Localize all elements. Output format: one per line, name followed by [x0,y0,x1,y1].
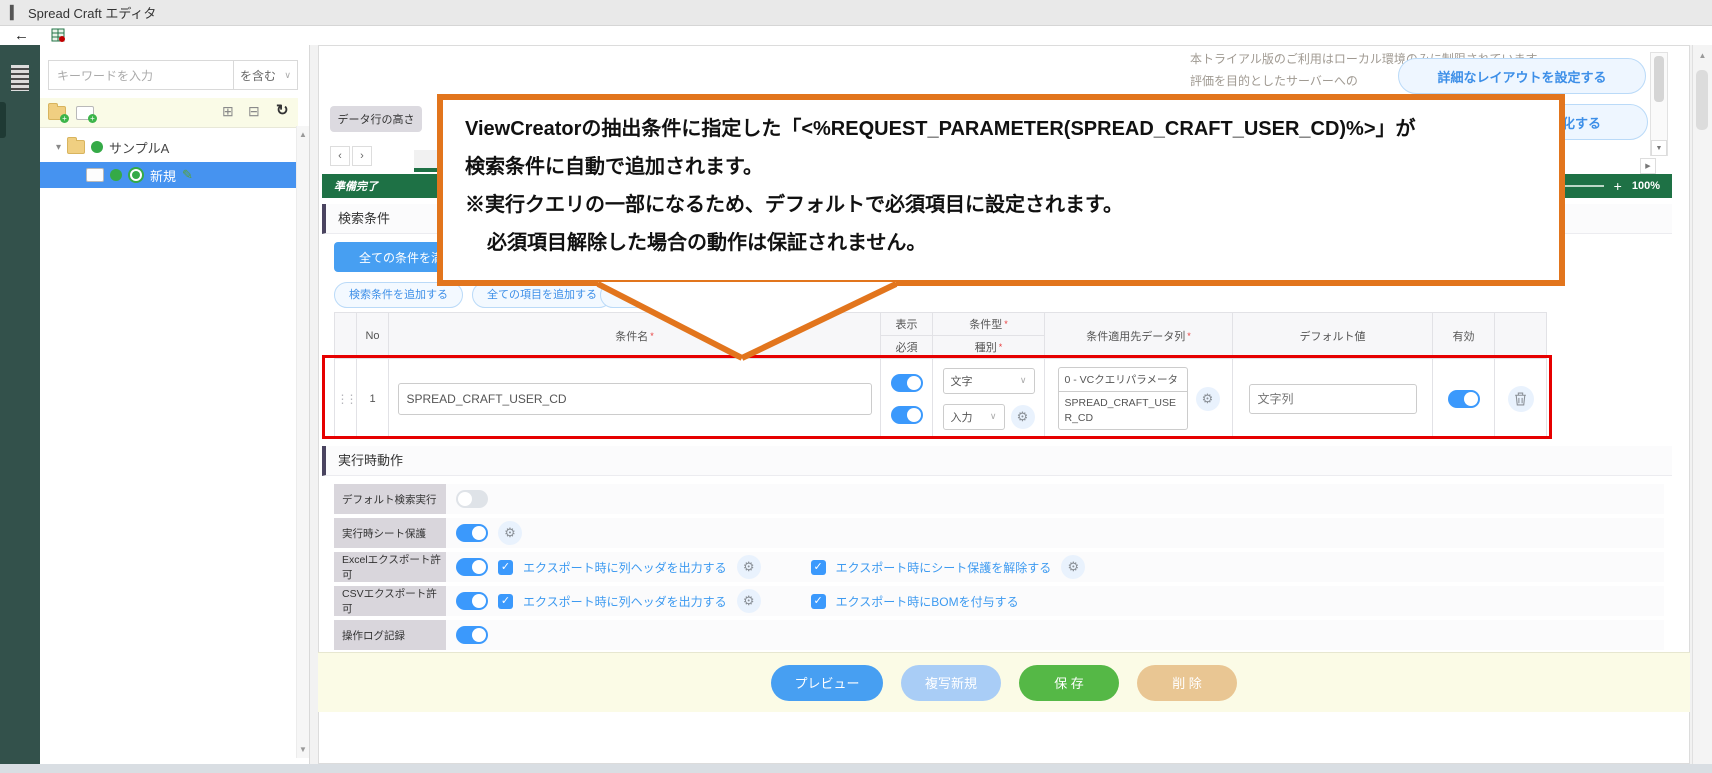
checkbox-label: エクスポート時に列ヘッダを出力する [523,593,727,610]
scroll-down-icon[interactable]: ▼ [297,745,309,754]
annotation-callout: ViewCreatorの抽出条件に指定した「<%REQUEST_PARAMETE… [437,94,1565,286]
header-drag [335,313,357,359]
operation-log-toggle[interactable] [456,626,488,644]
scroll-up-icon[interactable]: ▲ [1693,51,1712,60]
row-height-button[interactable]: データ行の高さ [330,106,422,132]
csv-header-gear-icon[interactable]: ⚙ [737,589,761,613]
excel-export-toggle[interactable] [456,558,488,576]
active-ring-icon [128,167,144,183]
csv-header-checkbox[interactable]: ✓ [498,594,513,609]
save-button[interactable]: 保 存 [1019,665,1119,701]
runtime-row: デフォルト検索実行 [334,484,1664,514]
window-title: Spread Craft エディタ [28,3,156,22]
copy-new-button[interactable]: 複写新規 [901,665,1001,701]
expand-all-icon[interactable]: ⊞ [222,104,234,118]
checkbox-label: エクスポート時に列ヘッダを出力する [523,559,727,576]
scroll-down-icon[interactable]: ▼ [1651,140,1667,156]
rail-notch [0,102,6,138]
section-runtime-behavior: 実行時動作 [322,446,1672,476]
checkbox-label: エクスポート時にBOMを付与する [836,593,1019,610]
app-root: ▍ Spread Craft エディタ ← キーワードを入力 を含む ∨ + +… [0,0,1712,773]
excel-unprotect-checkbox[interactable]: ✓ [811,560,826,575]
scrollbar-thumb[interactable] [1654,56,1664,102]
header-condition-type: 条件型* [933,313,1045,336]
layout-settings-button[interactable]: 詳細なレイアウトを設定する [1398,58,1646,94]
csv-export-toggle[interactable] [456,592,488,610]
tree-scrollbar[interactable]: ▲ ▼ [296,126,309,758]
scroll-right-icon[interactable]: ▶ [1640,158,1656,174]
callout-line: 必須項目解除した場合の動作は保証されません。 [465,224,1537,262]
caret-down-icon[interactable]: ▾ [56,142,61,153]
header-actions [1495,313,1547,359]
excel-header-gear-icon[interactable]: ⚙ [737,555,761,579]
tree-node-label: サンプルA [109,138,169,157]
runtime-row-label: 実行時シート保護 [334,518,446,548]
callout-line: 検索条件に自動で追加されます。 [465,148,1537,186]
tab-next-icon[interactable]: › [352,146,372,166]
sheet-protect-gear-icon[interactable]: ⚙ [498,521,522,545]
header-default-value: デフォルト値 [1233,313,1433,359]
chevron-down-icon: ∨ [284,70,291,81]
footer-bar: プレビュー 複写新規 保 存 削 除 [318,652,1690,712]
runtime-row-label: 操作ログ記録 [334,620,446,650]
sheet-protect-toggle[interactable] [456,524,488,542]
page-scrollbar[interactable]: ▲ [1692,45,1712,764]
delete-button[interactable]: 削 除 [1137,665,1237,701]
window-titlebar: ▍ Spread Craft エディタ [0,0,1712,26]
highlight-rectangle [322,355,1552,439]
keyword-search-input[interactable]: キーワードを入力 [48,60,234,90]
zoom-in-icon[interactable]: + [1614,179,1622,193]
trial-notice-line2: 評価を目的としたサーバーへの [1190,72,1358,89]
menu-icon[interactable] [7,60,33,96]
refresh-icon[interactable]: ↻ [276,103,289,118]
back-icon[interactable]: ← [14,28,29,43]
runtime-row-label: Excelエクスポート許可 [334,552,446,582]
status-dot-icon [91,141,103,153]
tab-prev-icon[interactable]: ‹ [330,146,350,166]
default-search-toggle[interactable] [456,490,488,508]
checkbox-label: エクスポート時にシート保護を解除する [836,559,1052,576]
header-target-column: 条件適用先データ列* [1045,313,1233,359]
active-sheet-tab[interactable] [414,150,438,172]
add-folder-icon[interactable]: + [48,106,66,120]
tree-node-new[interactable]: 新規 ✎ [40,162,296,188]
runtime-row: 実行時シート保護 ⚙ [334,518,1664,548]
callout-line: ViewCreatorの抽出条件に指定した「<%REQUEST_PARAMETE… [465,110,1537,148]
scroll-up-icon[interactable]: ▲ [297,130,309,139]
callout-tail [590,278,910,364]
csv-bom-checkbox[interactable]: ✓ [811,594,826,609]
zoom-level: 100% [1632,180,1660,192]
callout-line: ※実行クエリの一部になるため、デフォルトで必須項目に設定されます。 [465,186,1537,224]
match-mode-value: を含む [240,67,276,84]
nav-toolbar: ← [0,26,1712,45]
runtime-row-label: CSVエクスポート許可 [334,586,446,616]
header-enabled: 有効 [1433,313,1495,359]
header-no: No [357,313,389,359]
folder-icon [67,140,85,154]
left-rail [0,45,40,764]
spreadsheet-file-icon[interactable] [51,28,66,43]
pencil-icon[interactable]: ✎ [182,167,193,183]
tree-node-label: 新規 [150,166,176,185]
status-ready-label: 準備完了 [334,178,378,194]
tree-node-sample-a[interactable]: ▾ サンプルA [40,134,296,160]
excel-header-checkbox[interactable]: ✓ [498,560,513,575]
runtime-row: 操作ログ記録 [334,620,1664,650]
collapse-all-icon[interactable]: ⊟ [248,104,260,118]
runtime-row-label: デフォルト検索実行 [334,484,446,514]
runtime-form: デフォルト検索実行 実行時シート保護 ⚙ Excelエクスポート許可 ✓ エクス… [334,484,1664,654]
app-icon: ▍ [10,5,20,21]
status-dot-icon [110,169,122,181]
bottom-strip [0,764,1712,773]
preview-button[interactable]: プレビュー [771,665,883,701]
add-view-icon[interactable]: + [76,106,94,120]
excel-unprotect-gear-icon[interactable]: ⚙ [1061,555,1085,579]
page-scrollbar-thumb[interactable] [1696,70,1708,130]
runtime-row: CSVエクスポート許可 ✓ エクスポート時に列ヘッダを出力する ⚙ ✓ エクスポ… [334,586,1664,616]
runtime-row: Excelエクスポート許可 ✓ エクスポート時に列ヘッダを出力する ⚙ ✓ エク… [334,552,1664,582]
sheet-icon [86,168,104,182]
match-mode-select[interactable]: を含む ∨ [234,60,298,90]
